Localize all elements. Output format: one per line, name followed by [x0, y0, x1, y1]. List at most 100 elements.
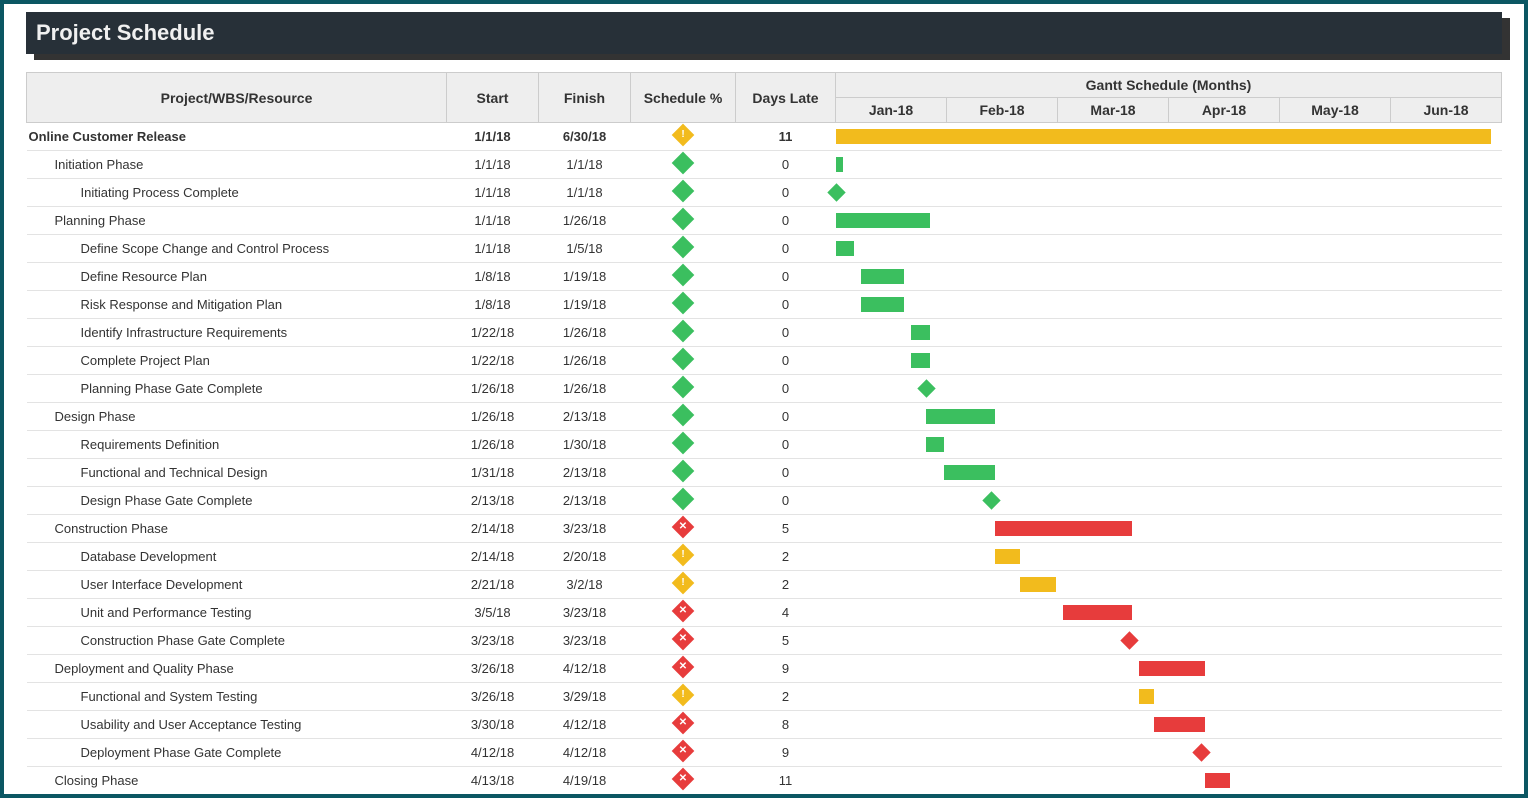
gantt-bar[interactable]: [911, 325, 929, 340]
task-name: Unit and Performance Testing: [27, 599, 447, 627]
gantt-cell: [836, 683, 1502, 711]
task-start: 4/12/18: [447, 739, 539, 767]
gantt-bar[interactable]: [1063, 605, 1132, 620]
col-start[interactable]: Start: [447, 73, 539, 123]
table-row[interactable]: Database Development2/14/182/20/18!2: [27, 543, 1502, 571]
task-name: Deployment Phase Gate Complete: [27, 739, 447, 767]
table-row[interactable]: Planning Phase Gate Complete1/26/181/26/…: [27, 375, 1502, 403]
gantt-bar[interactable]: [995, 549, 1020, 564]
gantt-bar[interactable]: [836, 157, 843, 172]
table-row[interactable]: Online Customer Release1/1/186/30/18!11: [27, 123, 1502, 151]
table-row[interactable]: Construction Phase2/14/183/23/18✕5: [27, 515, 1502, 543]
task-start: 3/23/18: [447, 627, 539, 655]
status-red-icon: [672, 796, 695, 798]
gantt-bar[interactable]: [926, 409, 995, 424]
col-month[interactable]: May-18: [1280, 98, 1391, 123]
task-finish: 2/13/18: [539, 487, 631, 515]
gantt-cell: [836, 403, 1502, 431]
table-row[interactable]: Deployment and Quality Phase3/26/184/12/…: [27, 655, 1502, 683]
gantt-bar[interactable]: [1154, 717, 1205, 732]
table-row[interactable]: Closing Phase4/13/184/19/18✕11: [27, 767, 1502, 795]
task-finish: 1/30/18: [539, 431, 631, 459]
table-row[interactable]: Functional and Technical Design1/31/182/…: [27, 459, 1502, 487]
status-glyph: ✕: [675, 631, 691, 647]
gantt-cell: [836, 599, 1502, 627]
task-finish: 1/1/18: [539, 151, 631, 179]
table-row[interactable]: Define Scope Change and Control Process1…: [27, 235, 1502, 263]
task-start: 2/14/18: [447, 515, 539, 543]
col-schedule[interactable]: Schedule %: [631, 73, 736, 123]
table-row[interactable]: Complete Project Plan1/22/181/26/180: [27, 347, 1502, 375]
task-name: Risk Response and Mitigation Plan: [27, 291, 447, 319]
gantt-bar[interactable]: [1139, 689, 1153, 704]
gantt-cell: [836, 795, 1502, 799]
gantt-bar[interactable]: [836, 129, 1491, 144]
task-name: Planning Phase Gate Complete: [27, 375, 447, 403]
gantt-cell: [836, 319, 1502, 347]
table-row[interactable]: User Interface Development2/21/183/2/18!…: [27, 571, 1502, 599]
task-days-late: 0: [736, 319, 836, 347]
gantt-bar[interactable]: [911, 353, 929, 368]
gantt-milestone-icon[interactable]: [917, 379, 935, 397]
status-glyph: ✕: [675, 519, 691, 535]
col-finish[interactable]: Finish: [539, 73, 631, 123]
table-row[interactable]: Requirements Definition1/26/181/30/180: [27, 431, 1502, 459]
table-row[interactable]: Identify Infrastructure Requirements1/22…: [27, 319, 1502, 347]
col-month[interactable]: Feb-18: [947, 98, 1058, 123]
gantt-bar[interactable]: [944, 465, 995, 480]
task-finish: 1/26/18: [539, 347, 631, 375]
table-row[interactable]: Design Phase1/26/182/13/180: [27, 403, 1502, 431]
task-days-late: 0: [736, 263, 836, 291]
task-start: 1/1/18: [447, 151, 539, 179]
task-start: 3/26/18: [447, 683, 539, 711]
task-start: 1/22/18: [447, 319, 539, 347]
gantt-milestone-icon[interactable]: [1120, 631, 1138, 649]
task-status: [631, 319, 736, 347]
col-month[interactable]: Jan-18: [836, 98, 947, 123]
task-finish: 1/1/18: [539, 179, 631, 207]
task-start: 1/26/18: [447, 431, 539, 459]
gantt-cell: [836, 739, 1502, 767]
gantt-bar[interactable]: [995, 521, 1133, 536]
table-row[interactable]: Lessons Learned4/13/184/19/18✕11: [27, 795, 1502, 799]
task-finish: 2/20/18: [539, 543, 631, 571]
table-row[interactable]: Usability and User Acceptance Testing3/3…: [27, 711, 1502, 739]
gantt-bar[interactable]: [1139, 661, 1204, 676]
col-gantt-group: Gantt Schedule (Months): [836, 73, 1502, 98]
table-row[interactable]: Planning Phase1/1/181/26/180: [27, 207, 1502, 235]
gantt-bar[interactable]: [1205, 773, 1230, 788]
status-glyph: ✕: [675, 603, 691, 619]
task-days-late: 0: [736, 179, 836, 207]
table-row[interactable]: Design Phase Gate Complete2/13/182/13/18…: [27, 487, 1502, 515]
gantt-cell: [836, 459, 1502, 487]
col-month[interactable]: Mar-18: [1058, 98, 1169, 123]
table-row[interactable]: Construction Phase Gate Complete3/23/183…: [27, 627, 1502, 655]
col-task[interactable]: Project/WBS/Resource: [27, 73, 447, 123]
gantt-bar[interactable]: [861, 297, 904, 312]
col-month[interactable]: Apr-18: [1169, 98, 1280, 123]
gantt-bar[interactable]: [926, 437, 944, 452]
gantt-cell: [836, 515, 1502, 543]
gantt-bar[interactable]: [861, 269, 904, 284]
task-start: 1/1/18: [447, 123, 539, 151]
task-start: 3/5/18: [447, 599, 539, 627]
gantt-bar[interactable]: [1020, 577, 1056, 592]
table-row[interactable]: Initiating Process Complete1/1/181/1/180: [27, 179, 1502, 207]
gantt-bar[interactable]: [836, 213, 930, 228]
gantt-cell: [836, 711, 1502, 739]
table-row[interactable]: Functional and System Testing3/26/183/29…: [27, 683, 1502, 711]
gantt-cell: [836, 123, 1502, 151]
table-row[interactable]: Deployment Phase Gate Complete4/12/184/1…: [27, 739, 1502, 767]
table-row[interactable]: Define Resource Plan1/8/181/19/180: [27, 263, 1502, 291]
gantt-cell: [836, 375, 1502, 403]
gantt-bar[interactable]: [836, 241, 854, 256]
gantt-milestone-icon[interactable]: [982, 491, 1000, 509]
table-row[interactable]: Risk Response and Mitigation Plan1/8/181…: [27, 291, 1502, 319]
col-dayslate[interactable]: Days Late: [736, 73, 836, 123]
task-finish: 2/13/18: [539, 459, 631, 487]
task-name: Initiation Phase: [27, 151, 447, 179]
gantt-milestone-icon[interactable]: [1192, 743, 1210, 761]
table-row[interactable]: Initiation Phase1/1/181/1/180: [27, 151, 1502, 179]
table-row[interactable]: Unit and Performance Testing3/5/183/23/1…: [27, 599, 1502, 627]
col-month[interactable]: Jun-18: [1391, 98, 1502, 123]
